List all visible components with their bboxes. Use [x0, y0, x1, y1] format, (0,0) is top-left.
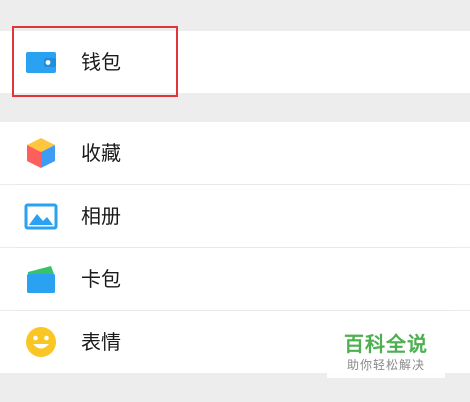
watermark: 百科全说 助你轻松解决 [327, 326, 445, 378]
stickers-label: 表情 [81, 330, 121, 354]
album-label: 相册 [81, 204, 121, 228]
album-row[interactable]: 相册 [0, 185, 470, 247]
card-pack-label: 卡包 [81, 267, 121, 291]
watermark-subtitle: 助你轻松解决 [346, 358, 425, 372]
card-pack-icon [24, 262, 58, 296]
card-pack-row[interactable]: 卡包 [0, 248, 470, 310]
favorites-label: 收藏 [81, 141, 121, 165]
favorites-row[interactable]: 收藏 [0, 122, 470, 184]
watermark-title: 百科全说 [344, 332, 428, 356]
stickers-smiley-icon [24, 325, 58, 359]
album-picture-icon [24, 199, 58, 233]
highlight-box [12, 26, 178, 97]
favorites-cube-icon [24, 136, 58, 170]
wechat-me-menu-screen: 钱包 收藏 相册 卡包 表情 百科全说 助你轻松解决 [0, 0, 470, 402]
